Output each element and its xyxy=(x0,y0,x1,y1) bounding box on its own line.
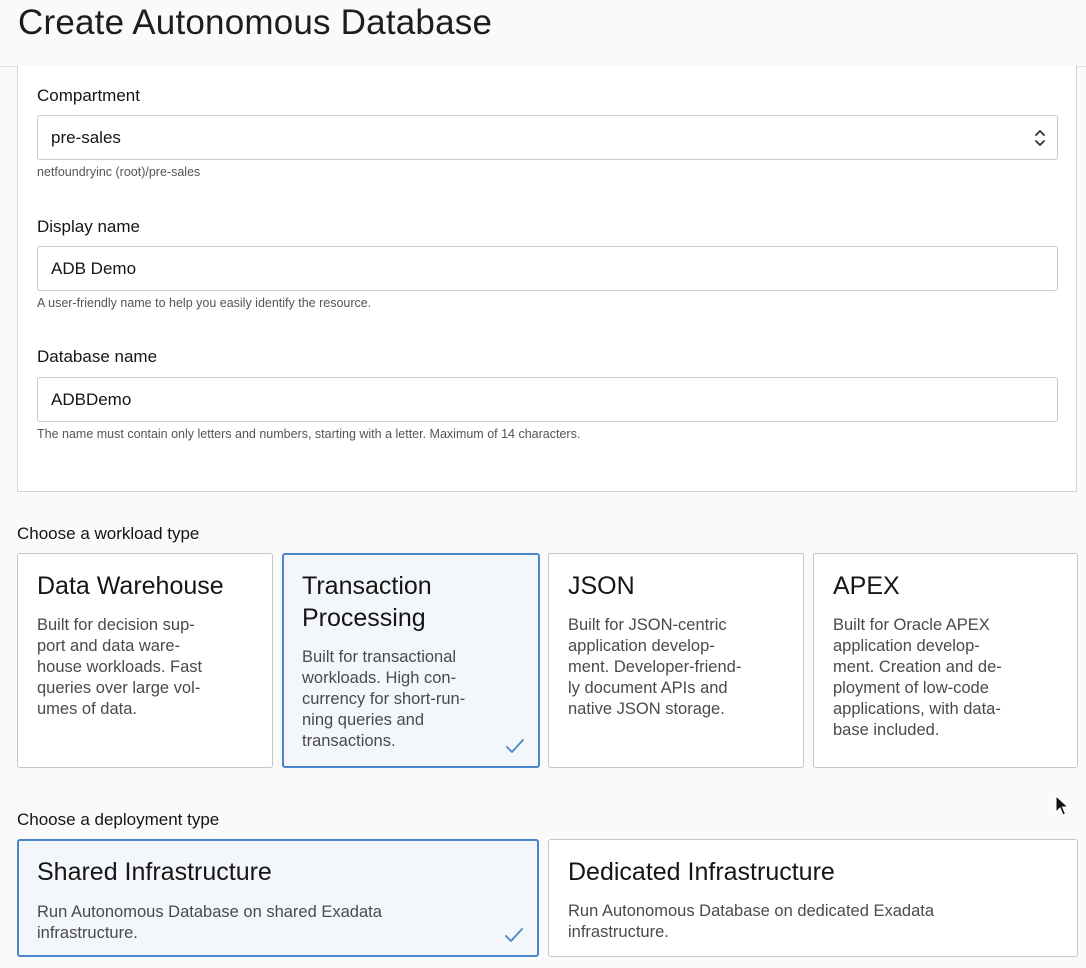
display-name-hint: A user-friendly name to help you easily … xyxy=(37,296,372,310)
checkmark-icon xyxy=(505,928,523,942)
checkmark-icon xyxy=(506,739,524,753)
database-name-hint: The name must contain only letters and n… xyxy=(37,427,581,441)
workload-card-transaction-processing[interactable]: Transaction Processing Built for transac… xyxy=(282,553,540,768)
card-description: Built for Oracle APEX application develo… xyxy=(833,616,1002,739)
deployment-type-label: Choose a deployment type xyxy=(17,810,220,829)
card-description: Built for JSON-centric application devel… xyxy=(568,616,742,718)
card-title: Shared Infrastructure xyxy=(37,858,272,886)
workload-card-apex[interactable]: APEX Built for Oracle APEX application d… xyxy=(813,553,1078,768)
compartment-select[interactable]: pre-sales xyxy=(37,115,1058,160)
deployment-card-shared[interactable]: Shared Infrastructure Run Autonomous Dat… xyxy=(17,839,539,957)
chevron-up-down-icon xyxy=(1035,130,1045,146)
database-name-label: Database name xyxy=(37,347,158,366)
card-title: Data Warehouse xyxy=(37,572,224,600)
display-name-label: Display name xyxy=(37,217,140,236)
card-title: APEX xyxy=(833,572,900,600)
workload-card-data-warehouse[interactable]: Data Warehouse Built for decision sup- p… xyxy=(17,553,273,768)
display-name-input[interactable]: ADB Demo xyxy=(37,246,1058,291)
mouse-cursor-icon xyxy=(1055,795,1069,816)
compartment-label: Compartment xyxy=(37,86,140,105)
database-name-input[interactable]: ADBDemo xyxy=(37,377,1058,422)
display-name-value: ADB Demo xyxy=(51,259,137,278)
card-title: Dedicated Infrastructure xyxy=(568,858,835,886)
database-name-value: ADBDemo xyxy=(51,390,132,409)
card-description: Built for decision sup- port and data wa… xyxy=(37,616,203,718)
workload-type-label: Choose a workload type xyxy=(17,524,200,543)
card-title: JSON xyxy=(568,572,635,600)
card-description: Run Autonomous Database on dedicated Exa… xyxy=(568,902,935,941)
compartment-hint: netfoundryinc (root)/pre-sales xyxy=(37,165,201,179)
page-header: Create Autonomous Database xyxy=(0,0,1086,67)
card-description: Built for transactional workloads. High … xyxy=(302,648,466,750)
page-title: Create Autonomous Database xyxy=(18,3,493,42)
compartment-value: pre-sales xyxy=(51,128,121,147)
card-description: Run Autonomous Database on shared Exadat… xyxy=(37,903,382,942)
workload-card-json[interactable]: JSON Built for JSON-centric application … xyxy=(548,553,804,768)
deployment-card-dedicated[interactable]: Dedicated Infrastructure Run Autonomous … xyxy=(548,839,1078,957)
card-title: Transaction Processing xyxy=(302,572,432,632)
